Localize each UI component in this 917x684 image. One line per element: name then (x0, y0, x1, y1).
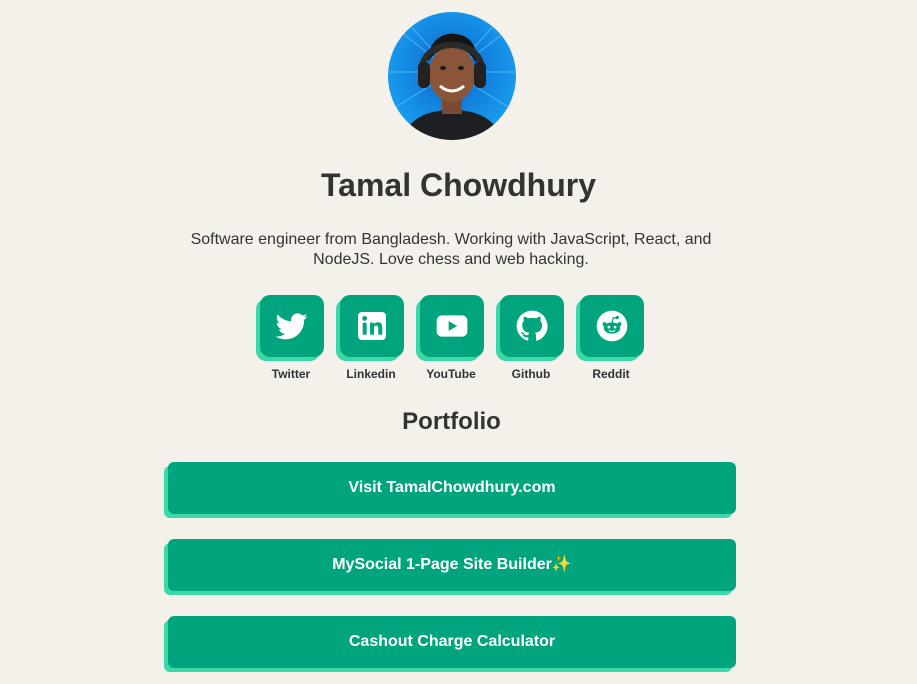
portfolio-link-website[interactable]: Visit TamalChowdhury.com (168, 462, 736, 514)
portfolio-link-site-builder[interactable]: MySocial 1-Page Site Builder✨ (168, 539, 736, 591)
profile-bio: Software engineer from Bangladesh. Worki… (190, 231, 712, 268)
social-label-linkedin: Linkedin (346, 367, 396, 381)
social-label-reddit: Reddit (592, 367, 630, 381)
social-button-linkedin[interactable] (340, 295, 404, 357)
social-button-reddit[interactable] (580, 295, 644, 357)
portfolio-link-cashout-calculator[interactable]: Cashout Charge Calculator (168, 616, 736, 668)
linkedin-icon (358, 312, 386, 340)
social-button-github[interactable] (500, 295, 564, 357)
social-label-youtube: YouTube (426, 367, 476, 381)
social-links: Twitter Linkedin YouTube Github Reddit (256, 295, 648, 385)
avatar (388, 12, 516, 140)
youtube-icon (436, 315, 468, 337)
portfolio-title: Portfolio (402, 408, 501, 435)
social-label-twitter: Twitter (271, 367, 311, 381)
social-button-youtube[interactable] (420, 295, 484, 357)
github-icon (516, 310, 548, 341)
profile-name: Tamal Chowdhury (321, 167, 596, 203)
twitter-icon (276, 313, 308, 340)
social-button-twitter[interactable] (260, 295, 324, 357)
profile-page: Tamal Chowdhury Software engineer from B… (0, 0, 917, 684)
social-label-github: Github (511, 367, 551, 381)
reddit-icon (596, 310, 628, 342)
